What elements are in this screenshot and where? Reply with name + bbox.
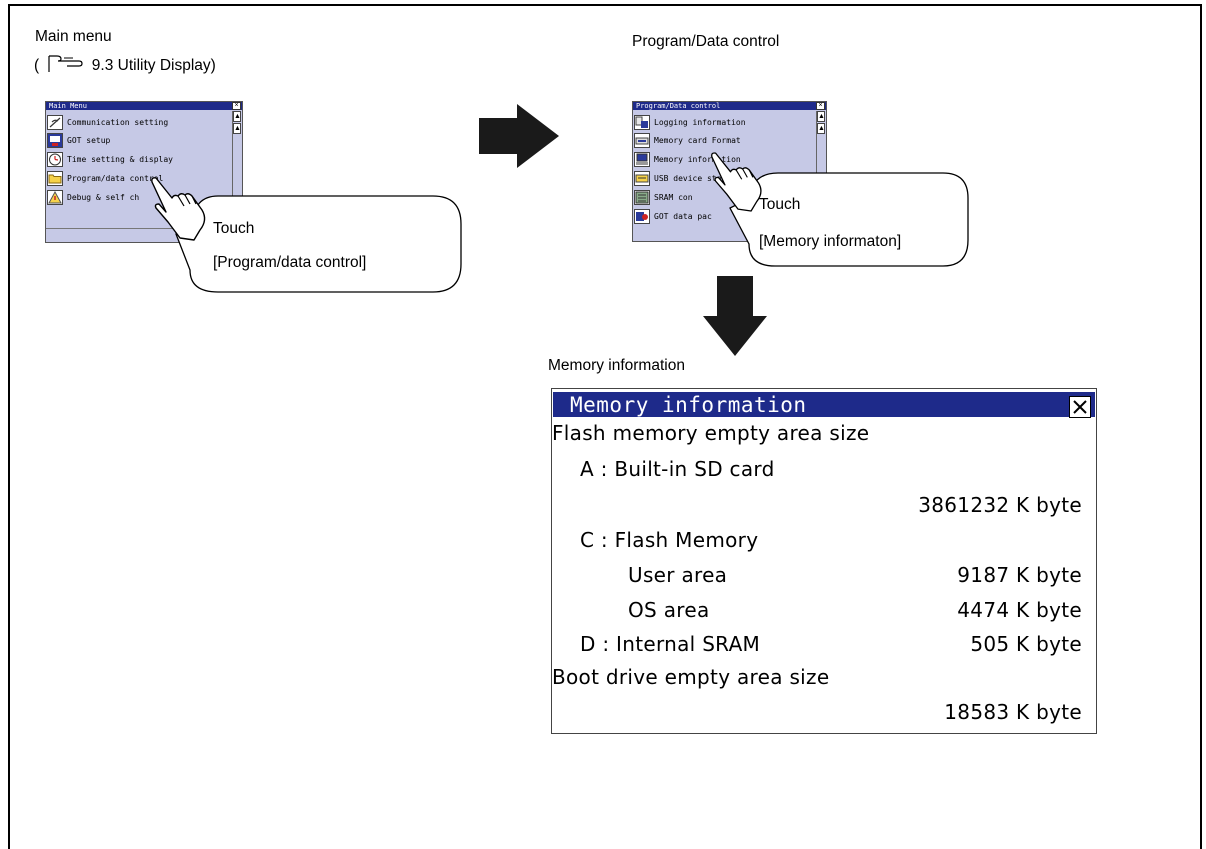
- os-area-value: 4474 K byte: [957, 598, 1082, 622]
- memory-info-caption: Memory information: [548, 357, 685, 374]
- close-button[interactable]: [1069, 396, 1091, 418]
- builtin-sd-value: 3861232 K byte: [918, 493, 1082, 517]
- flash-memory-label: C : Flash Memory: [580, 528, 759, 552]
- user-area-label: User area: [628, 563, 728, 587]
- memory-info-title: Memory information: [570, 393, 807, 417]
- boot-heading: Boot drive empty area size: [552, 665, 830, 689]
- internal-sram-label: D : Internal SRAM: [580, 632, 761, 656]
- memory-information-screen: Memory information Flash memory empty ar…: [551, 388, 1097, 734]
- close-icon: [1073, 400, 1087, 414]
- pointing-hand-icon: [711, 152, 762, 212]
- callout-memory-info-label: [Memory informaton]: [759, 233, 902, 250]
- memory-info-title-bar: Memory information: [553, 392, 1095, 418]
- os-area-label: OS area: [628, 598, 710, 622]
- boot-value: 18583 K byte: [944, 700, 1082, 724]
- builtin-sd-label: A : Built-in SD card: [580, 457, 775, 481]
- flash-heading: Flash memory empty area size: [552, 421, 870, 445]
- user-area-value: 9187 K byte: [957, 563, 1082, 587]
- down-arrow-icon: [703, 276, 767, 356]
- internal-sram-value: 505 K byte: [970, 632, 1082, 656]
